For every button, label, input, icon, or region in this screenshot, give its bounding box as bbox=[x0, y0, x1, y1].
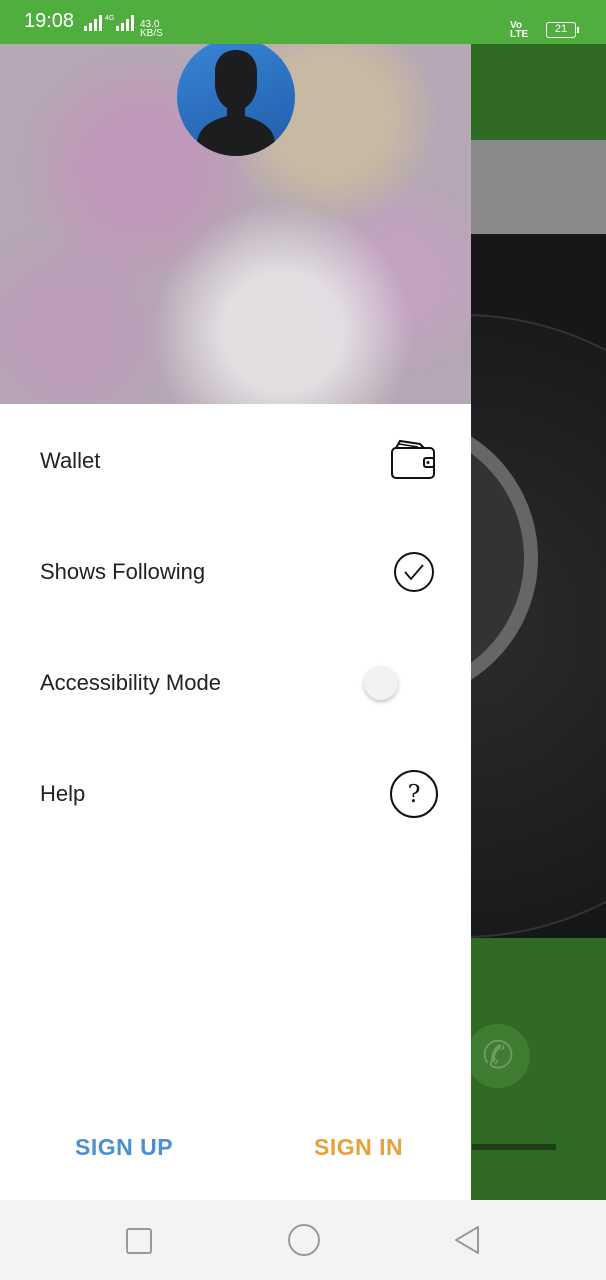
help-circle-icon: ? bbox=[389, 769, 439, 824]
menu-item-label: Wallet bbox=[40, 448, 101, 473]
volte-indicator: Vo LTE bbox=[510, 21, 529, 40]
battery-icon: 21 bbox=[546, 22, 579, 38]
sign-in-button[interactable]: SIGN IN bbox=[314, 1134, 403, 1161]
svg-text:?: ? bbox=[408, 780, 421, 808]
net-rate-unit: KB/S bbox=[140, 28, 163, 39]
avatar[interactable] bbox=[177, 44, 295, 156]
user-silhouette-icon bbox=[197, 50, 275, 156]
home-button[interactable] bbox=[288, 1224, 320, 1256]
volte-bottom: LTE bbox=[510, 29, 529, 40]
menu-item-label: Help bbox=[40, 781, 86, 806]
menu-item-label: Shows Following bbox=[40, 559, 206, 584]
back-button[interactable] bbox=[452, 1224, 482, 1261]
menu-item-shows-following[interactable]: Shows Following bbox=[0, 541, 471, 601]
status-bar: 19:08 4G 43.0 KB/S Vo LTE 21 bbox=[0, 0, 606, 44]
menu-item-label: Accessibility Mode bbox=[40, 670, 221, 695]
menu-item-wallet[interactable]: Wallet bbox=[0, 430, 471, 490]
status-time: 19:08 bbox=[24, 10, 75, 32]
wallet-icon bbox=[390, 438, 438, 487]
sign-up-button[interactable]: SIGN UP bbox=[75, 1134, 173, 1161]
svg-text:4G: 4G bbox=[105, 15, 114, 22]
background-progress-bar bbox=[472, 1144, 556, 1150]
navigation-bar bbox=[0, 1200, 606, 1280]
accessibility-toggle[interactable] bbox=[364, 666, 398, 700]
phone-icon: ✆ bbox=[466, 1024, 530, 1088]
menu-item-accessibility-mode[interactable]: Accessibility Mode bbox=[0, 652, 471, 712]
battery-level: 21 bbox=[554, 23, 568, 35]
check-circle-icon bbox=[393, 551, 435, 598]
recent-apps-button[interactable] bbox=[126, 1228, 152, 1254]
signal-icon: 4G bbox=[84, 12, 138, 37]
menu-item-help[interactable]: Help ? bbox=[0, 763, 471, 823]
net-rate: 43.0 KB/S bbox=[140, 20, 163, 39]
drawer-header bbox=[0, 44, 471, 404]
navigation-drawer: Wallet Shows Following Accessibility Mod… bbox=[0, 44, 471, 1200]
